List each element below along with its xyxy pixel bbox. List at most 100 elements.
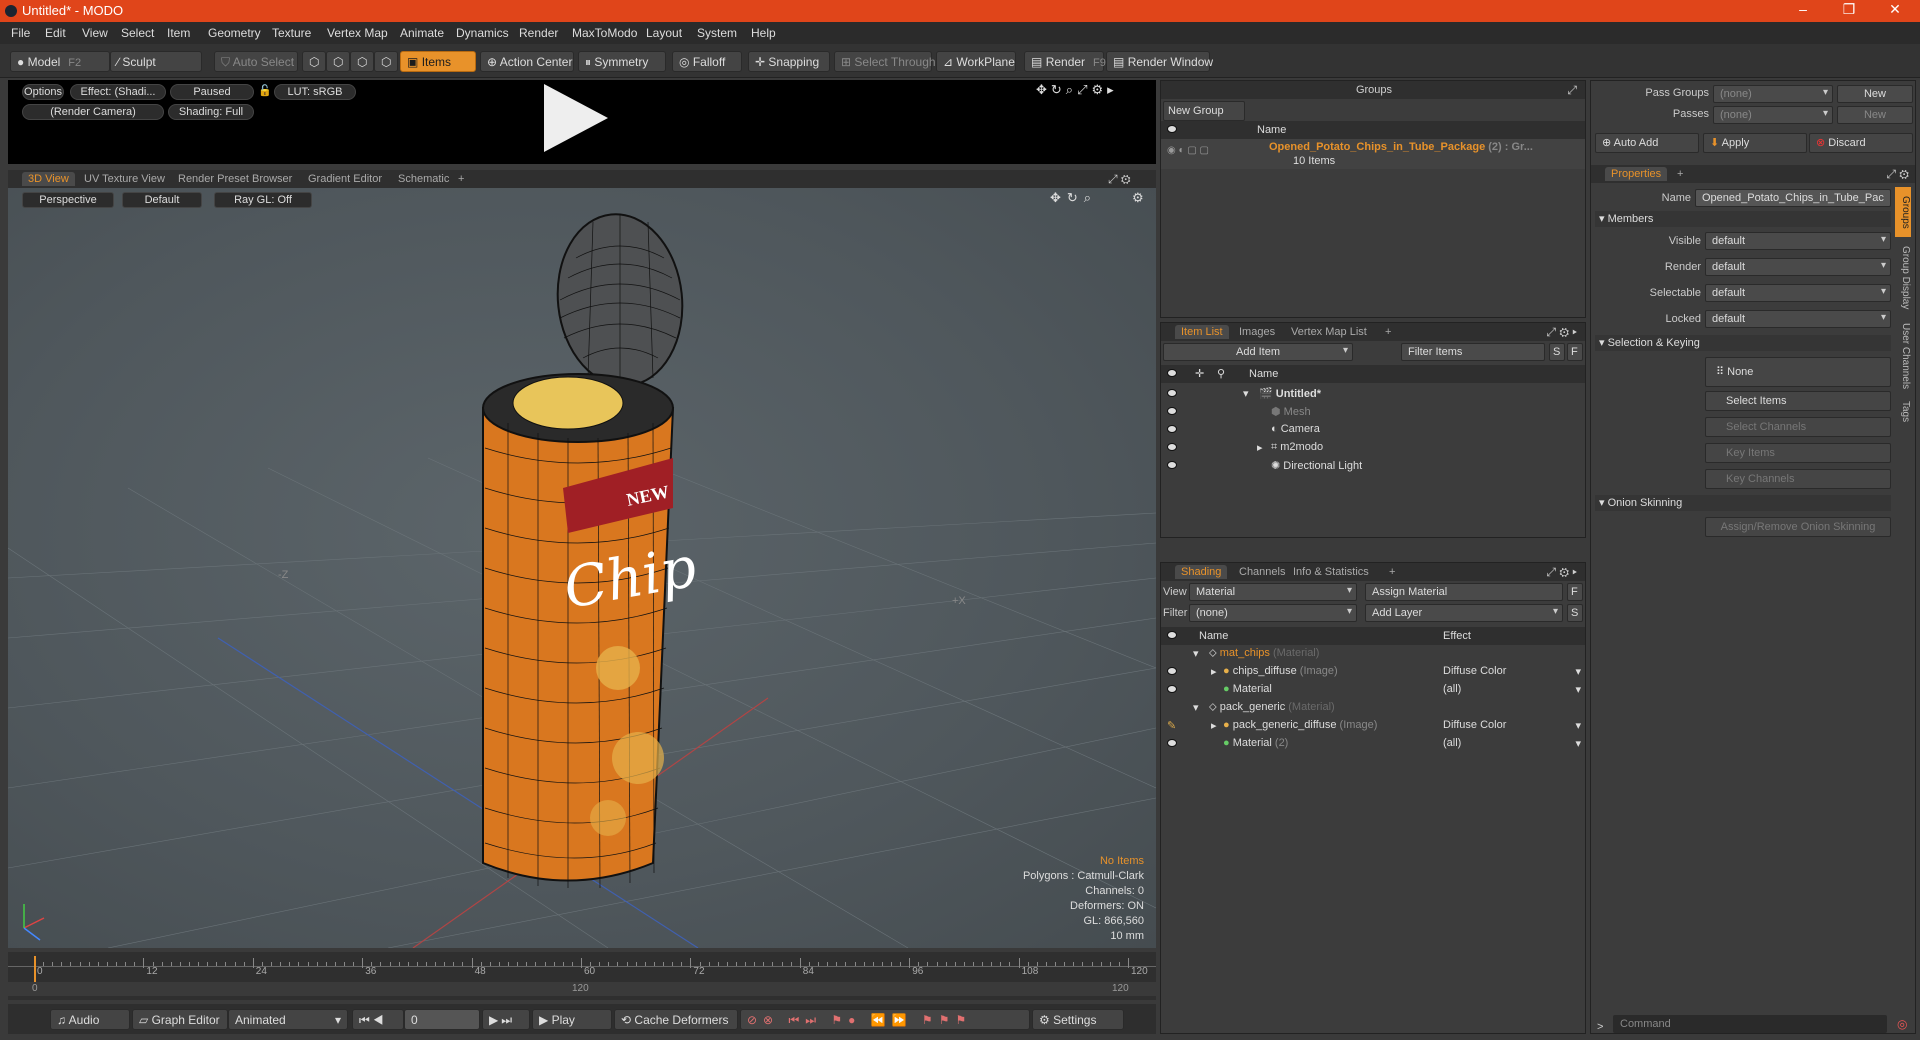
onion-skinning-button[interactable]: Assign/Remove Onion Skinning (1705, 517, 1891, 537)
skip-back-icon[interactable]: ⏮◀ (352, 1009, 404, 1030)
chevron-right-icon[interactable]: > (1597, 1021, 1603, 1033)
key-channels-button[interactable]: Key Channels (1705, 469, 1891, 489)
settings-button[interactable]: ⚙ Settings (1032, 1009, 1124, 1030)
gear-icon[interactable]: ⚙ (1132, 190, 1144, 206)
tab-uv-texture-view[interactable]: UV Texture View (78, 172, 171, 186)
chevron-right-icon[interactable]: ▸ (1257, 441, 1263, 454)
tab-images[interactable]: Images (1233, 325, 1281, 339)
options-button[interactable]: Options (22, 84, 64, 100)
visible-dropdown[interactable]: default ▾ (1705, 232, 1891, 250)
selectable-dropdown[interactable]: default ▾ (1705, 284, 1891, 302)
snapping-button[interactable]: ✛ Snapping (748, 51, 830, 72)
apply-button[interactable]: ⬇ Apply (1703, 133, 1807, 153)
menu-animate[interactable]: Animate (400, 26, 444, 40)
new-group-button[interactable]: New Group (1163, 101, 1245, 121)
locked-dropdown[interactable]: default ▾ (1705, 310, 1891, 328)
table-row[interactable]: ● Material (2) (all) ▾ (1161, 735, 1585, 753)
minimize-icon[interactable]: – (1780, 1, 1826, 17)
select-through-button[interactable]: ⊞ Select Through (834, 51, 936, 72)
add-layer-dropdown[interactable]: Add Layer ▾ (1365, 604, 1563, 622)
brush-icon[interactable]: ✎ (1167, 719, 1176, 732)
menu-maxtomodo[interactable]: MaxToModo (572, 26, 637, 40)
eye-icon[interactable] (1167, 407, 1177, 415)
filter-dropdown[interactable]: (none) ▾ (1189, 604, 1357, 622)
tab-schematic[interactable]: Schematic (392, 172, 455, 186)
panel-options-icon[interactable]: ⤢ ⚙ ▸ (1546, 565, 1577, 580)
render-dropdown[interactable]: default ▾ (1705, 258, 1891, 276)
s-button[interactable]: S (1567, 604, 1583, 622)
chevron-down-icon[interactable]: ▾ (1193, 647, 1199, 660)
menu-file[interactable]: File (11, 26, 30, 40)
table-row[interactable]: ▾ ⬦ pack_generic (Material) (1161, 699, 1585, 717)
chevron-down-icon[interactable]: ▾ (1193, 701, 1199, 714)
graph-editor-button[interactable]: ▱ Graph Editor (132, 1009, 228, 1030)
tab-channels[interactable]: Channels (1233, 565, 1291, 579)
add-tab-icon[interactable]: + (1671, 167, 1689, 181)
menu-select[interactable]: Select (121, 26, 154, 40)
tab-render-preset-browser[interactable]: Render Preset Browser (172, 172, 298, 186)
list-item[interactable]: ▸ ⌗ m2modo (1161, 439, 1585, 457)
menu-item[interactable]: Item (167, 26, 190, 40)
chevron-down-icon[interactable]: ▾ (1243, 387, 1249, 400)
play-button[interactable]: ▶ Play (532, 1009, 612, 1030)
material-mode-icon[interactable]: ⬡ (374, 51, 398, 72)
paused-button[interactable]: Paused (170, 84, 254, 100)
command-input[interactable]: Command (1613, 1015, 1887, 1033)
tab-3d-view[interactable]: 3D View (22, 172, 75, 186)
range-bar[interactable]: 0 120 120 (8, 982, 1156, 996)
tab-vertex-map-list[interactable]: Vertex Map List (1285, 325, 1373, 339)
key-tools-icons[interactable]: ⊘⊗ ⏮⏭ ⚑● ⏪⏩ ⚑⚑⚑ (740, 1009, 1030, 1030)
onion-skinning-section[interactable]: ▾ Onion Skinning (1595, 495, 1891, 511)
name-input[interactable]: Opened_Potato_Chips_in_Tube_Pac (1695, 189, 1891, 207)
eye-icon[interactable] (1167, 667, 1177, 675)
filter-items-input[interactable]: Filter Items (1401, 343, 1545, 361)
eye-icon[interactable] (1167, 685, 1177, 693)
eye-icon[interactable] (1167, 425, 1177, 433)
tab-info-statistics[interactable]: Info & Statistics (1287, 565, 1375, 579)
play-icon[interactable] (544, 84, 608, 152)
workplane-button[interactable]: ⊿ WorkPlane (936, 51, 1016, 72)
tab-properties[interactable]: Properties (1605, 167, 1668, 181)
preview-tools-icon[interactable]: ✥↻⌕⤢⚙▸ (1036, 82, 1118, 98)
symmetry-button[interactable]: ⏸ Symmetry (578, 51, 666, 72)
tab-item-list[interactable]: Item List (1175, 325, 1229, 339)
frame-input[interactable]: 0 (404, 1009, 480, 1030)
eye-icon[interactable] (1167, 739, 1177, 747)
lut-dropdown[interactable]: LUT: sRGB (274, 84, 356, 100)
table-row[interactable]: ▾ ⬦ mat_chips (Material) (1161, 645, 1585, 663)
chevron-right-icon[interactable]: ▸ (1211, 719, 1217, 732)
panel-options-icon[interactable]: ⤢ ⚙ (1886, 167, 1909, 182)
vertex-mode-icon[interactable]: ⬡ (302, 51, 326, 72)
panel-options-icon[interactable]: ⤢ ⚙ ▸ (1546, 325, 1577, 340)
raygl-dropdown[interactable]: Ray GL: Off (214, 192, 312, 208)
f-button[interactable]: F (1567, 583, 1583, 601)
table-row[interactable]: ✎ ▸ ● pack_generic_diffuse (Image) Diffu… (1161, 717, 1585, 735)
side-tab-tags[interactable]: Tags (1895, 397, 1911, 427)
menu-render[interactable]: Render (519, 26, 558, 40)
expand-icon[interactable]: ⤢ (1567, 83, 1577, 98)
render-button[interactable]: ▤ Render F9 (1024, 51, 1106, 72)
passes-dropdown[interactable]: (none) ▾ (1713, 106, 1833, 124)
effect-dropdown[interactable]: (all) ▾ (1441, 736, 1585, 752)
eye-icon[interactable] (1167, 443, 1177, 451)
auto-select-button[interactable]: ⛉ Auto Select (214, 51, 298, 72)
restore-icon[interactable]: ❐ (1826, 1, 1872, 18)
discard-button[interactable]: ⊗ Discard (1809, 133, 1913, 153)
side-tab-groups[interactable]: Groups (1895, 187, 1911, 237)
list-item[interactable]: ✺ Directional Light (1161, 457, 1585, 475)
effect-dropdown[interactable]: (all) ▾ (1441, 682, 1585, 698)
side-tab-user-channels[interactable]: User Channels (1895, 319, 1911, 393)
cache-deformers-button[interactable]: ⟲ Cache Deformers (614, 1009, 738, 1030)
list-item[interactable]: ⬢ Mesh (1161, 403, 1585, 421)
model-button[interactable]: ● Model F2 (10, 51, 110, 72)
skip-forward-icon[interactable]: ▶⏭ (482, 1009, 530, 1030)
side-tab-group-display[interactable]: Group Display (1895, 241, 1911, 315)
eye-icon[interactable] (1167, 461, 1177, 469)
list-item[interactable]: ▾ 🎬 Untitled* (1161, 385, 1585, 403)
select-items-button[interactable]: Select Items (1705, 391, 1891, 411)
new-pass-group-button[interactable]: New (1837, 85, 1913, 103)
default-dropdown[interactable]: Default (122, 192, 202, 208)
menu-texture[interactable]: Texture (272, 26, 311, 40)
assign-material-button[interactable]: Assign Material (1365, 583, 1563, 601)
3d-viewport[interactable]: NEW Chip -Z +X Perspective Default Ray G… (8, 188, 1156, 948)
